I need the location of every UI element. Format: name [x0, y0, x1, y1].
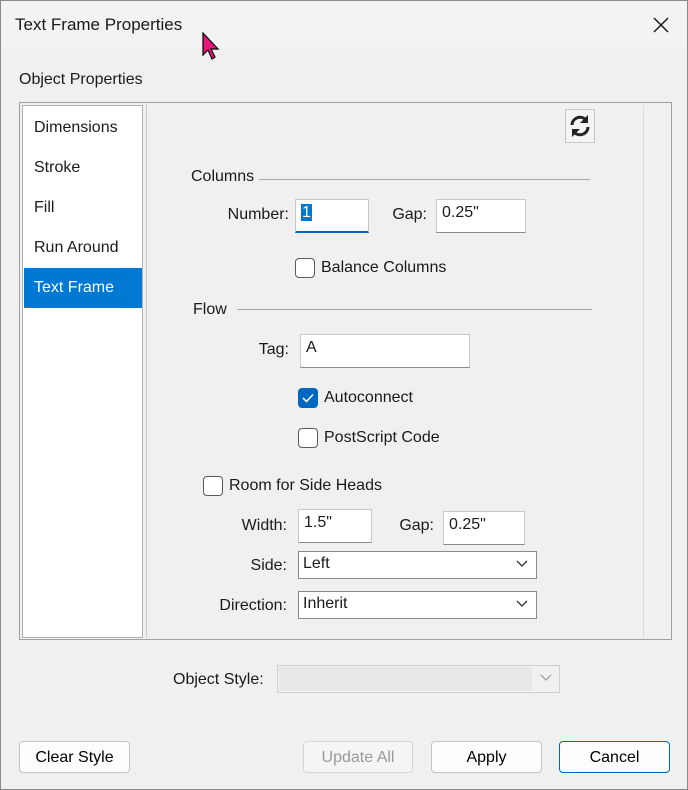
nav-item-label: Run Around	[34, 239, 119, 256]
columns-gap-label: Gap:	[392, 206, 427, 223]
width-value: 1.5"	[304, 514, 332, 531]
room-for-side-heads-label: Room for Side Heads	[229, 477, 382, 494]
balance-columns-label: Balance Columns	[321, 259, 447, 276]
object-properties-label: Object Properties	[19, 71, 143, 88]
columns-gap-input[interactable]: 0.25"	[436, 199, 526, 233]
side-heads-gap-input[interactable]: 0.25"	[443, 511, 525, 545]
update-all-button: Update All	[303, 741, 413, 773]
balance-columns-checkbox[interactable]: Balance Columns	[295, 258, 446, 278]
columns-heading: Columns	[191, 168, 255, 185]
close-button[interactable]	[641, 7, 681, 43]
balance-columns-box[interactable]	[295, 258, 315, 278]
side-value: Left	[303, 555, 330, 572]
refresh-icon	[570, 115, 590, 137]
nav-item-stroke[interactable]: Stroke	[24, 148, 142, 188]
cancel-button[interactable]: Cancel	[559, 741, 670, 773]
mouse-cursor-icon	[202, 31, 220, 60]
refresh-button[interactable]	[565, 109, 595, 143]
width-input[interactable]: 1.5"	[298, 509, 372, 543]
nav-item-label: Text Frame	[34, 279, 115, 296]
object-style-label: Object Style:	[173, 671, 264, 688]
tag-input[interactable]: A	[300, 334, 470, 368]
object-style-dropdown	[277, 665, 560, 693]
checkmark-icon	[302, 393, 314, 403]
autoconnect-checkbox[interactable]: Autoconnect	[298, 388, 413, 408]
direction-label: Direction:	[219, 597, 287, 614]
autoconnect-label: Autoconnect	[324, 389, 413, 406]
postscript-code-box[interactable]	[298, 428, 318, 448]
clear-style-button[interactable]: Clear Style	[19, 741, 130, 773]
width-label: Width:	[241, 517, 287, 534]
text-frame-settings: Columns Number: 1 Gap: 0.25" Balance Col…	[146, 105, 643, 638]
nav-item-text-frame[interactable]: Text Frame	[24, 268, 142, 308]
side-heads-gap-value: 0.25"	[449, 516, 486, 533]
postscript-code-checkbox[interactable]: PostScript Code	[298, 428, 440, 448]
flow-heading: Flow	[193, 301, 227, 318]
room-for-side-heads-checkbox[interactable]: Room for Side Heads	[203, 476, 382, 496]
properties-panel: Dimensions Stroke Fill Run Around Text F…	[19, 102, 672, 640]
object-style-value	[279, 667, 532, 691]
autoconnect-box[interactable]	[298, 388, 318, 408]
dialog-window: Text Frame Properties Object Properties …	[0, 0, 688, 790]
title-bar: Text Frame Properties	[1, 1, 687, 49]
number-label: Number:	[227, 206, 289, 223]
nav-item-label: Stroke	[34, 159, 81, 176]
apply-button[interactable]: Apply	[431, 741, 542, 773]
chevron-down-icon	[540, 674, 552, 681]
nav-item-run-around[interactable]: Run Around	[24, 228, 142, 268]
direction-value: Inherit	[303, 595, 348, 612]
chevron-down-icon	[516, 560, 528, 567]
tag-label: Tag:	[258, 341, 289, 358]
number-value: 1	[301, 204, 312, 221]
direction-dropdown[interactable]: Inherit	[298, 591, 537, 619]
side-dropdown[interactable]: Left	[298, 551, 537, 579]
columns-gap-value: 0.25"	[442, 204, 479, 221]
nav-item-label: Dimensions	[34, 119, 118, 136]
tag-value: A	[306, 339, 317, 356]
room-for-side-heads-box[interactable]	[203, 476, 223, 496]
window-title: Text Frame Properties	[15, 15, 183, 34]
panel-divider	[643, 105, 644, 638]
postscript-code-label: PostScript Code	[324, 429, 440, 446]
flow-divider	[237, 309, 592, 310]
number-input[interactable]: 1	[295, 199, 369, 233]
side-label: Side:	[250, 557, 287, 574]
nav-item-label: Fill	[34, 199, 55, 216]
chevron-down-icon	[516, 600, 528, 607]
close-icon	[653, 17, 669, 33]
nav-item-dimensions[interactable]: Dimensions	[24, 108, 142, 148]
nav-item-fill[interactable]: Fill	[24, 188, 142, 228]
category-list[interactable]: Dimensions Stroke Fill Run Around Text F…	[22, 105, 143, 638]
side-heads-gap-label: Gap:	[399, 517, 434, 534]
columns-divider	[259, 179, 590, 180]
